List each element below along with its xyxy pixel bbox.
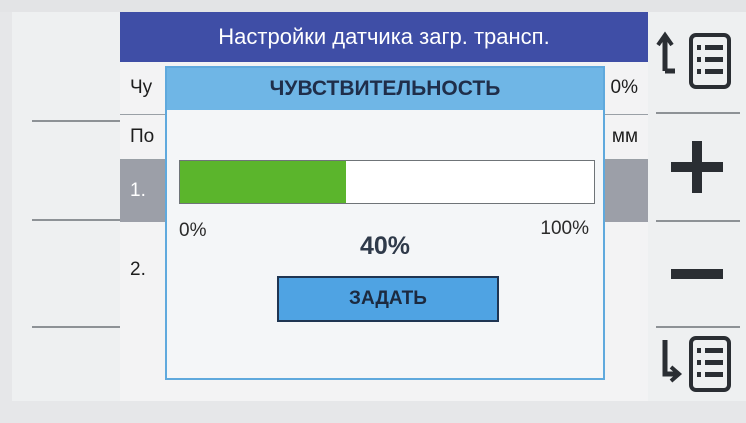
right-softkey-column bbox=[648, 12, 746, 402]
bezel-bottom bbox=[0, 401, 746, 423]
screen-title: Настройки датчика загр. трансп. bbox=[120, 12, 648, 62]
sensitivity-dialog: ЧУВСТВИТЕЛЬНОСТЬ 0% 100% 40% ЗАДАТЬ bbox=[165, 66, 605, 380]
row-label: Чу bbox=[130, 77, 153, 98]
plus-button[interactable] bbox=[648, 114, 746, 220]
row-label: 1. bbox=[130, 180, 146, 201]
sensitivity-progress-bar[interactable] bbox=[179, 160, 595, 204]
minus-button[interactable] bbox=[648, 222, 746, 326]
bezel-top bbox=[0, 0, 746, 12]
row-label: 2. bbox=[130, 259, 146, 280]
set-button[interactable]: ЗАДАТЬ bbox=[277, 276, 499, 322]
list-down-icon bbox=[662, 336, 731, 392]
sensitivity-progress-fill bbox=[180, 161, 346, 203]
softkey-divider bbox=[32, 326, 124, 328]
progress-value-label: 40% bbox=[359, 232, 411, 260]
plus-icon bbox=[671, 141, 723, 193]
list-up-icon bbox=[656, 31, 731, 89]
dialog-title: ЧУВСТВИТЕЛЬНОСТЬ bbox=[167, 68, 603, 110]
list-up-button[interactable] bbox=[648, 12, 746, 112]
minus-icon bbox=[671, 269, 723, 279]
row-label: По bbox=[130, 126, 155, 147]
softkey-divider bbox=[32, 120, 124, 122]
row-value: 0% bbox=[610, 77, 638, 98]
left-softkey-column bbox=[12, 12, 124, 402]
row-value: мм bbox=[611, 126, 638, 147]
list-down-button[interactable] bbox=[648, 328, 746, 402]
softkey-divider bbox=[32, 219, 124, 221]
